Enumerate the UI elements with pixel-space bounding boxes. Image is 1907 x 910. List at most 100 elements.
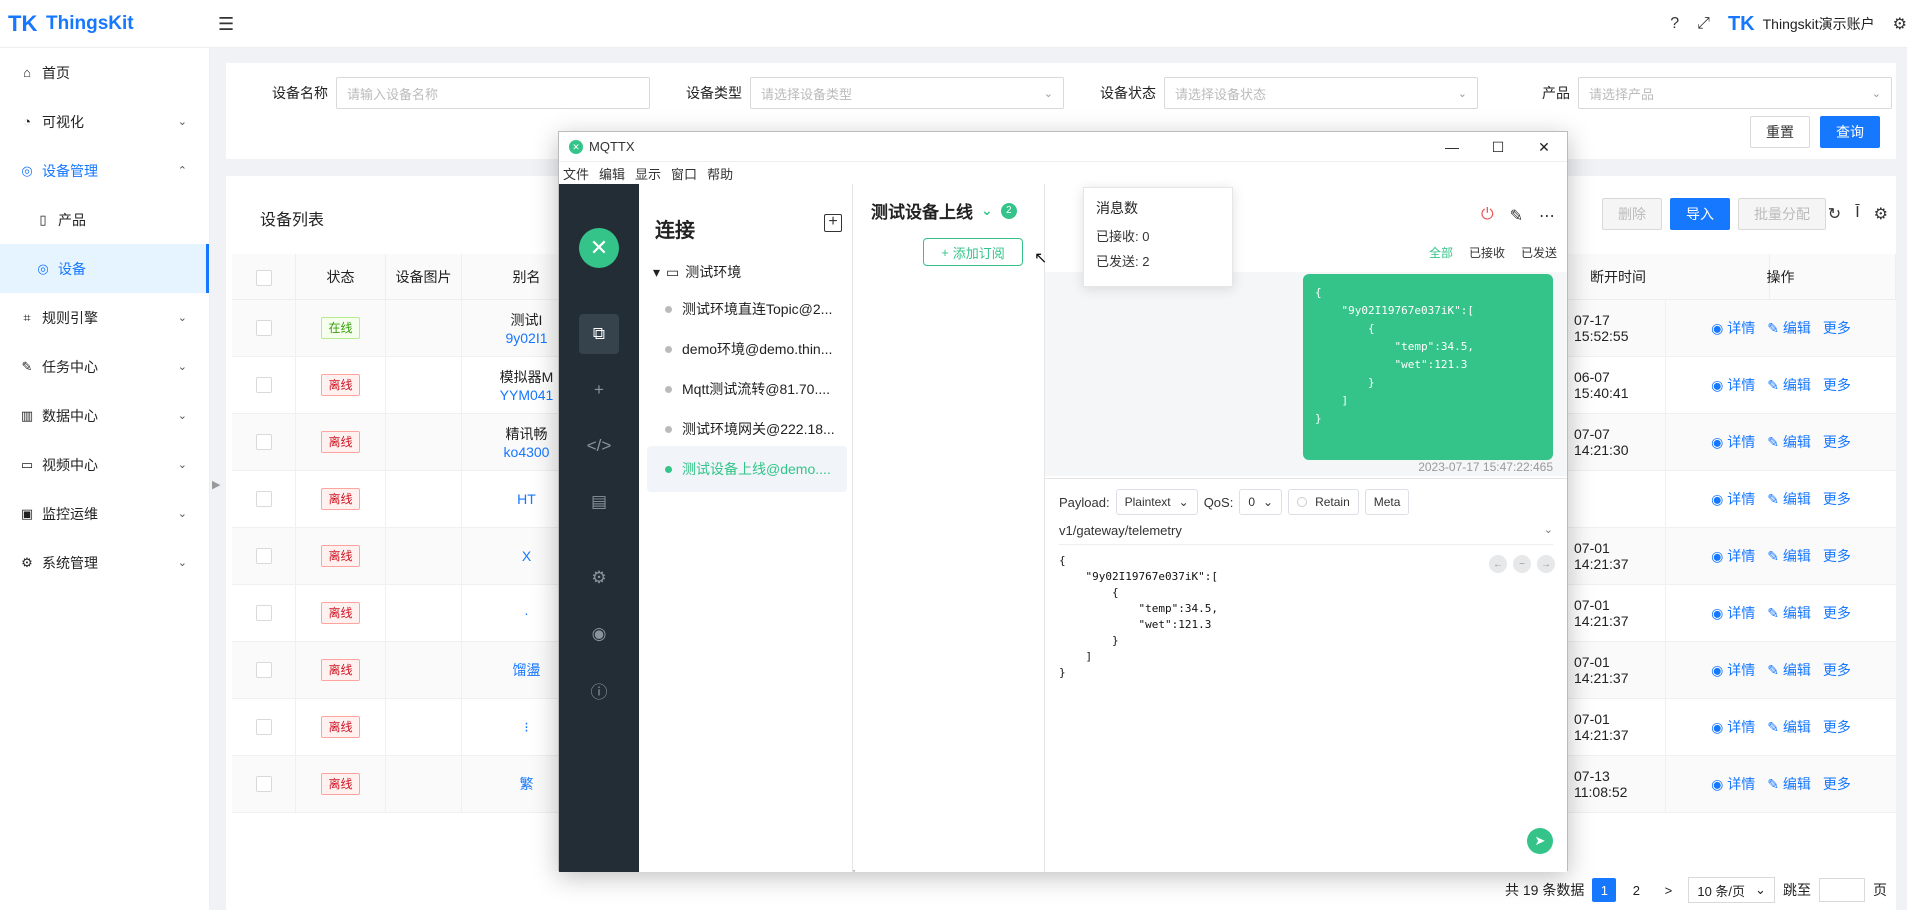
send-icon[interactable]: ➤ [1527, 828, 1553, 854]
device-id-link[interactable]: X [522, 548, 531, 564]
menu-fold-icon[interactable]: ☰ [218, 14, 234, 35]
more-button[interactable]: 更多 [1823, 717, 1851, 737]
sidebar-item-visualization[interactable]: ◔ 可视化 ⌄ [0, 97, 209, 146]
row-checkbox[interactable] [255, 719, 272, 735]
edit-button[interactable]: ✎ 编辑 [1767, 660, 1811, 680]
row-checkbox[interactable] [255, 662, 272, 678]
edit-button[interactable]: ✎ 编辑 [1767, 546, 1811, 566]
more-button[interactable]: 更多 [1823, 375, 1851, 395]
device-id-link[interactable]: YYM041 [500, 387, 554, 403]
menu-view[interactable]: 显示 [635, 164, 661, 183]
device-id-link[interactable]: 9y02I1 [505, 330, 547, 346]
payload-format-select[interactable]: Plaintext ⌄ [1115, 489, 1198, 515]
page-2-button[interactable]: 2 [1624, 878, 1648, 902]
minus-icon[interactable]: − [1513, 555, 1531, 573]
log-icon[interactable]: ▤ [579, 482, 619, 522]
detail-button[interactable]: ◉ 详情 [1711, 660, 1755, 680]
sidebar-item-product[interactable]: ▯ 产品 [0, 195, 209, 244]
help-icon[interactable]: ? [1670, 15, 1679, 33]
sidebar-item-home[interactable]: ⌂ 首页 [0, 48, 209, 97]
sidebar-item-device-management[interactable]: ◎ 设备管理 ⌃ [0, 146, 209, 195]
retain-toggle[interactable]: Retain [1288, 489, 1359, 515]
device-type-select[interactable]: 请选择设备类型 ⌄ [750, 77, 1064, 109]
detail-button[interactable]: ◉ 详情 [1711, 432, 1755, 452]
page-size-select[interactable]: 10 条/页 ⌄ [1688, 877, 1775, 903]
disconnect-icon[interactable]: ⏻ [1481, 206, 1494, 226]
fullscreen-icon[interactable]: ⤢ [1697, 15, 1710, 33]
more-button[interactable]: 更多 [1823, 432, 1851, 452]
detail-button[interactable]: ◉ 详情 [1711, 489, 1755, 509]
settings-gear-icon[interactable]: ⚙ [1893, 14, 1907, 34]
edit-button[interactable]: ✎ 编辑 [1767, 717, 1811, 737]
close-icon[interactable]: ✕ [1521, 132, 1567, 162]
sidebar-item-video-center[interactable]: ▭ 视频中心 ⌄ [0, 440, 209, 489]
feed-icon[interactable]: ◉ [579, 614, 619, 654]
meta-button[interactable]: Meta [1364, 489, 1410, 515]
detail-button[interactable]: ◉ 详情 [1711, 318, 1755, 338]
device-name-input[interactable]: 请输入设备名称 [336, 77, 650, 109]
query-button[interactable]: 查询 [1820, 116, 1880, 148]
more-button[interactable]: 更多 [1823, 603, 1851, 623]
edit-icon[interactable]: ✎ [1510, 206, 1523, 226]
new-connection-icon[interactable]: + [579, 370, 619, 410]
jump-input[interactable] [1818, 878, 1865, 902]
about-icon[interactable]: ⓘ [579, 670, 619, 710]
qos-select[interactable]: 0 ⌄ [1239, 489, 1283, 515]
connections-icon[interactable]: ⧉ [579, 314, 619, 354]
add-connection-icon[interactable]: + [824, 214, 842, 232]
row-checkbox[interactable] [255, 491, 272, 507]
account-menu[interactable]: TK Thingskit演示账户 [1728, 13, 1875, 36]
column-image[interactable]: 设备图片 [386, 254, 462, 300]
edit-button[interactable]: ✎ 编辑 [1767, 603, 1811, 623]
more-button[interactable]: 更多 [1823, 546, 1851, 566]
menu-file[interactable]: 文件 [563, 164, 589, 183]
import-button[interactable]: 导入 [1670, 198, 1730, 230]
refresh-icon[interactable]: ↻ [1828, 204, 1841, 224]
sidebar-collapse-handle[interactable]: ▶ [212, 478, 220, 491]
sidebar-item-data-center[interactable]: ▥ 数据中心 ⌄ [0, 391, 209, 440]
sidebar-item-system[interactable]: ⚙ 系统管理 ⌄ [0, 538, 209, 587]
sidebar-item-rule-engine[interactable]: ⌗ 规则引擎 ⌄ [0, 293, 209, 342]
payload-editor[interactable]: { "9y02I19767e037iK":[ { "temp":34.5, "w… [1059, 553, 1218, 681]
more-button[interactable]: 更多 [1823, 489, 1851, 509]
row-checkbox[interactable] [255, 320, 272, 336]
connection-folder[interactable]: ▾ ▭ 测试环境 [653, 262, 741, 282]
minimize-icon[interactable]: — [1429, 132, 1475, 162]
arrow-right-icon[interactable]: → [1537, 555, 1555, 573]
detail-button[interactable]: ◉ 详情 [1711, 375, 1755, 395]
script-icon[interactable]: </> [579, 426, 619, 466]
device-id-link[interactable]: ko4300 [504, 444, 550, 460]
detail-button[interactable]: ◉ 详情 [1711, 774, 1755, 794]
filter-sent[interactable]: 已发送 [1521, 244, 1557, 261]
message-count-badge[interactable]: 2 [1000, 202, 1017, 219]
page-1-button[interactable]: 1 [1592, 878, 1617, 902]
device-id-link[interactable]: HT [517, 491, 536, 507]
device-id-link[interactable]: ⁝ [524, 719, 528, 736]
maximize-icon[interactable]: ☐ [1475, 132, 1521, 162]
row-checkbox[interactable] [255, 434, 272, 450]
settings-icon[interactable]: ⚙ [579, 558, 619, 598]
device-id-link[interactable]: 繁 [520, 774, 534, 794]
product-select[interactable]: 请选择产品 ⌄ [1578, 77, 1892, 109]
more-icon[interactable]: ⋯ [1539, 206, 1555, 226]
column-settings-icon[interactable]: ⚙ [1874, 204, 1888, 224]
sidebar-item-device[interactable]: ◎ 设备 [0, 244, 209, 293]
column-status[interactable]: 状态 [296, 254, 386, 300]
menu-help[interactable]: 帮助 [707, 164, 733, 183]
detail-button[interactable]: ◉ 详情 [1711, 603, 1755, 623]
menu-edit[interactable]: 编辑 [599, 164, 625, 183]
edit-button[interactable]: ✎ 编辑 [1767, 774, 1811, 794]
delete-button[interactable]: 删除 [1602, 198, 1662, 230]
edit-button[interactable]: ✎ 编辑 [1767, 432, 1811, 452]
edit-button[interactable]: ✎ 编辑 [1767, 318, 1811, 338]
device-id-link[interactable]: 馏盪 [513, 660, 541, 680]
edit-button[interactable]: ✎ 编辑 [1767, 375, 1811, 395]
add-subscription-button[interactable]: + 添加订阅 [923, 238, 1023, 266]
reset-button[interactable]: 重置 [1750, 116, 1810, 148]
sidebar-item-task-center[interactable]: ✎ 任务中心 ⌄ [0, 342, 209, 391]
row-checkbox[interactable] [255, 776, 272, 792]
more-button[interactable]: 更多 [1823, 660, 1851, 680]
menu-window[interactable]: 窗口 [671, 164, 697, 183]
double-chevron-down-icon[interactable]: ⌄ [981, 202, 993, 219]
row-checkbox[interactable] [255, 548, 272, 564]
